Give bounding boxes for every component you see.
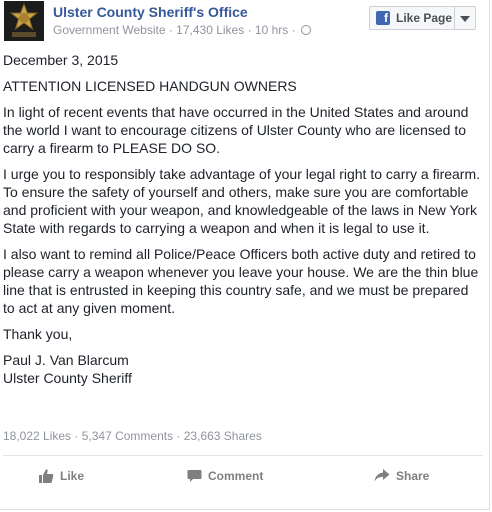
chevron-down-icon[interactable] (460, 16, 470, 22)
post-meta: Government Website · 17,430 Likes · 10 h… (53, 23, 311, 37)
facebook-logo-icon: f (376, 11, 390, 25)
share-button[interactable]: Share (374, 468, 429, 483)
globe-icon (300, 25, 311, 35)
page-name-link[interactable]: Ulster County Sheriff's Office (53, 4, 248, 20)
post-date: December 3, 2015 (3, 52, 119, 68)
comment-bubble-icon (187, 470, 202, 482)
like-button[interactable]: Like (38, 468, 84, 484)
share-label: Share (396, 468, 430, 483)
signature-name: Paul J. Van Blarcum (3, 352, 129, 368)
thumbs-up-icon (39, 469, 54, 483)
post-heading: ATTENTION LICENSED HANDGUN OWNERS (3, 78, 297, 94)
post-body: December 3, 2015 ATTENTION LICENSED HAND… (3, 51, 483, 387)
like-label: Like (60, 469, 85, 483)
share-arrow-icon (374, 469, 390, 482)
page-category: Government Website (53, 23, 166, 37)
post-timestamp[interactable]: 10 hrs (255, 23, 288, 37)
signature: Paul J. Van Blarcum Ulster County Sherif… (3, 351, 483, 387)
comment-button[interactable]: Comment (187, 468, 263, 483)
signature-title: Ulster County Sheriff (3, 370, 132, 386)
post-paragraph: I also want to remind all Police/Peace O… (3, 246, 479, 316)
post-closing: Thank you, (3, 326, 73, 342)
like-page-button[interactable]: f Like Page (369, 6, 476, 30)
page-likes: 17,430 Likes (176, 23, 245, 37)
comment-label: Comment (208, 468, 264, 483)
engagement-stats[interactable]: 18,022 Likes · 5,347 Comments · 23,663 S… (3, 429, 262, 443)
facebook-post: Ulster County Sheriff's Office Governmen… (0, 0, 490, 510)
divider (3, 455, 483, 456)
like-page-label: Like Page (396, 11, 453, 25)
page-avatar[interactable] (4, 1, 44, 41)
button-separator (454, 7, 455, 29)
post-paragraph: In light of recent events that have occu… (3, 104, 469, 156)
post-paragraph: I urge you to responsibly take advantage… (3, 166, 481, 236)
